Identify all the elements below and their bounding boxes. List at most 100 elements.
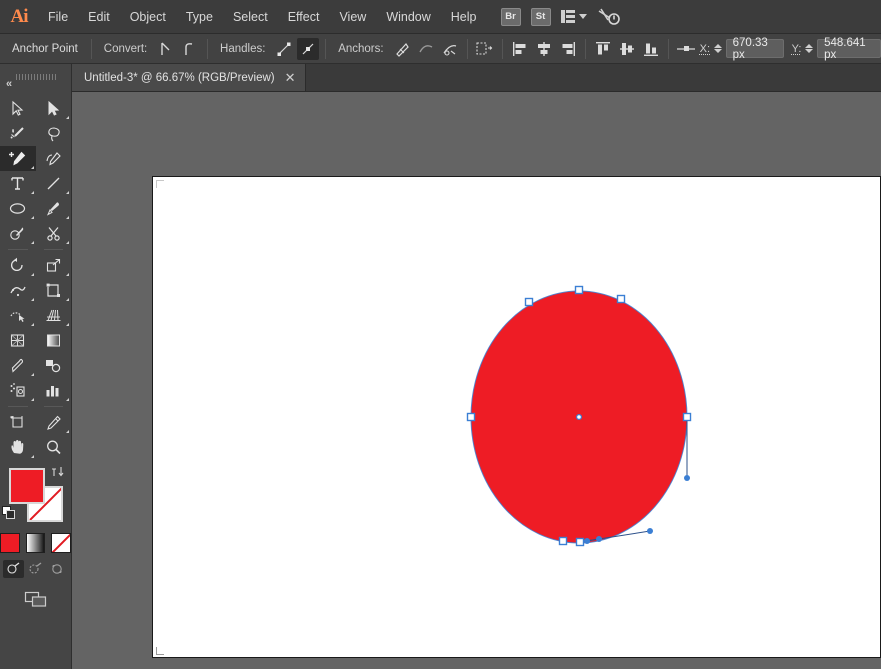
column-graph-tool-icon [44,382,62,399]
menu-item-file[interactable]: File [38,0,78,34]
x-coordinate-field[interactable]: X: 670.33 px [700,39,784,58]
width-tool-button[interactable] [0,278,36,303]
bridge-button[interactable]: Br [501,8,521,26]
draw-inside-button[interactable] [47,560,68,578]
gradient-swatch-button[interactable] [26,533,46,553]
none-swatch-button[interactable] [51,533,71,553]
gradient-tool-button[interactable] [36,328,72,353]
artboard-tool-icon [9,414,26,431]
add-anchor-point-tool-button[interactable] [0,146,36,171]
mesh-tool-icon [9,332,26,349]
artboard-tool-button[interactable] [0,410,36,435]
flyout-indicator [31,298,34,301]
color-swatch-button[interactable] [0,533,20,553]
search-help-button[interactable] [597,7,621,27]
flyout-indicator [31,191,34,194]
menu-item-select[interactable]: Select [223,0,278,34]
menu-item-window[interactable]: Window [376,0,440,34]
shape-builder-tool-button[interactable] [0,303,36,328]
lasso-tool-button[interactable] [36,121,72,146]
symbol-sprayer-tool-button[interactable] [0,378,36,403]
menu-item-effect[interactable]: Effect [278,0,330,34]
convert-label: Convert: [104,43,147,55]
stock-button[interactable]: St [531,8,551,26]
flyout-indicator [66,398,69,401]
free-transform-tool-button[interactable] [36,278,72,303]
shaper-tool-button[interactable] [0,221,36,246]
scale-tool-button[interactable] [36,253,72,278]
hide-handles-button[interactable] [297,38,319,60]
x-stepper[interactable] [713,40,723,58]
menu-item-help[interactable]: Help [441,0,487,34]
connect-anchor-button[interactable] [416,38,438,60]
fill-swatch[interactable] [9,468,45,504]
hand-tool-icon [9,439,27,456]
divider [668,39,669,59]
align-left-button[interactable] [509,38,531,60]
convert-to-corner-button[interactable] [155,38,177,60]
align-top-icon [594,40,612,58]
x-label: X: [700,43,710,55]
hand-tool-button[interactable] [0,435,36,460]
distribute-spacing-button[interactable] [675,38,697,60]
convert-to-smooth-button[interactable] [179,38,201,60]
ellipse-tool-button[interactable] [0,196,36,221]
column-graph-tool-button[interactable] [36,378,72,403]
paint-mode-buttons [0,533,71,553]
rotate-tool-button[interactable] [0,253,36,278]
close-icon[interactable]: ✕ [285,71,296,84]
shaper-tool-icon [9,225,26,242]
align-right-button[interactable] [557,38,579,60]
slice-tool-button[interactable] [36,410,72,435]
canvas-area[interactable] [72,92,881,669]
perspective-grid-tool-button[interactable] [36,303,72,328]
x-value[interactable]: 670.33 px [726,39,784,58]
magic-wand-tool-button[interactable] [0,121,36,146]
swap-fill-stroke-icon[interactable] [51,465,65,479]
line-segment-tool-button[interactable] [36,171,72,196]
menu-item-edit[interactable]: Edit [78,0,120,34]
menu-item-object[interactable]: Object [120,0,176,34]
default-fill-stroke-icon[interactable] [2,506,15,519]
align-left-icon [511,40,529,58]
cut-path-button[interactable] [439,38,461,60]
eyedropper-tool-button[interactable] [0,353,36,378]
selection-tool-button[interactable] [0,96,36,121]
paintbrush-tool-icon [45,200,62,217]
flyout-indicator [31,373,34,376]
collapse-panel-button[interactable]: « [6,78,11,90]
menu-item-type[interactable]: Type [176,0,223,34]
mesh-tool-button[interactable] [0,328,36,353]
y-value[interactable]: 548.641 px [817,39,881,58]
y-stepper[interactable] [804,40,814,58]
flyout-indicator [66,116,69,119]
curvature-tool-button[interactable] [36,146,72,171]
scissors-tool-button[interactable] [36,221,72,246]
blend-tool-button[interactable] [36,353,72,378]
draw-normal-button[interactable] [3,560,24,578]
align-horizontal-center-button[interactable] [533,38,555,60]
change-screen-mode-button[interactable] [23,590,49,608]
type-tool-button[interactable] [0,171,36,196]
align-vertical-center-button[interactable] [616,38,638,60]
document-tab[interactable]: Untitled-3* @ 66.67% (RGB/Preview) ✕ [72,64,306,91]
workspace-switcher[interactable] [561,10,588,24]
show-handles-icon [275,40,293,58]
align-top-button[interactable] [592,38,614,60]
menu-item-view[interactable]: View [329,0,376,34]
draw-behind-button[interactable] [25,560,46,578]
handles-label: Handles: [220,43,265,55]
direct-selection-tool-button[interactable] [36,96,72,121]
artboard[interactable] [152,176,881,658]
draw-normal-icon [6,562,21,576]
remove-anchor-button[interactable] [392,38,414,60]
panel-drag-handle[interactable] [16,74,56,80]
zoom-tool-button[interactable] [36,435,72,460]
symbol-sprayer-tool-icon [9,382,27,399]
y-coordinate-field[interactable]: Y: 548.641 px [792,39,881,58]
show-handles-button[interactable] [273,38,295,60]
transform-dropdown-button[interactable] [474,38,496,60]
align-bottom-button[interactable] [640,38,662,60]
paintbrush-tool-button[interactable] [36,196,72,221]
divider [91,39,92,59]
